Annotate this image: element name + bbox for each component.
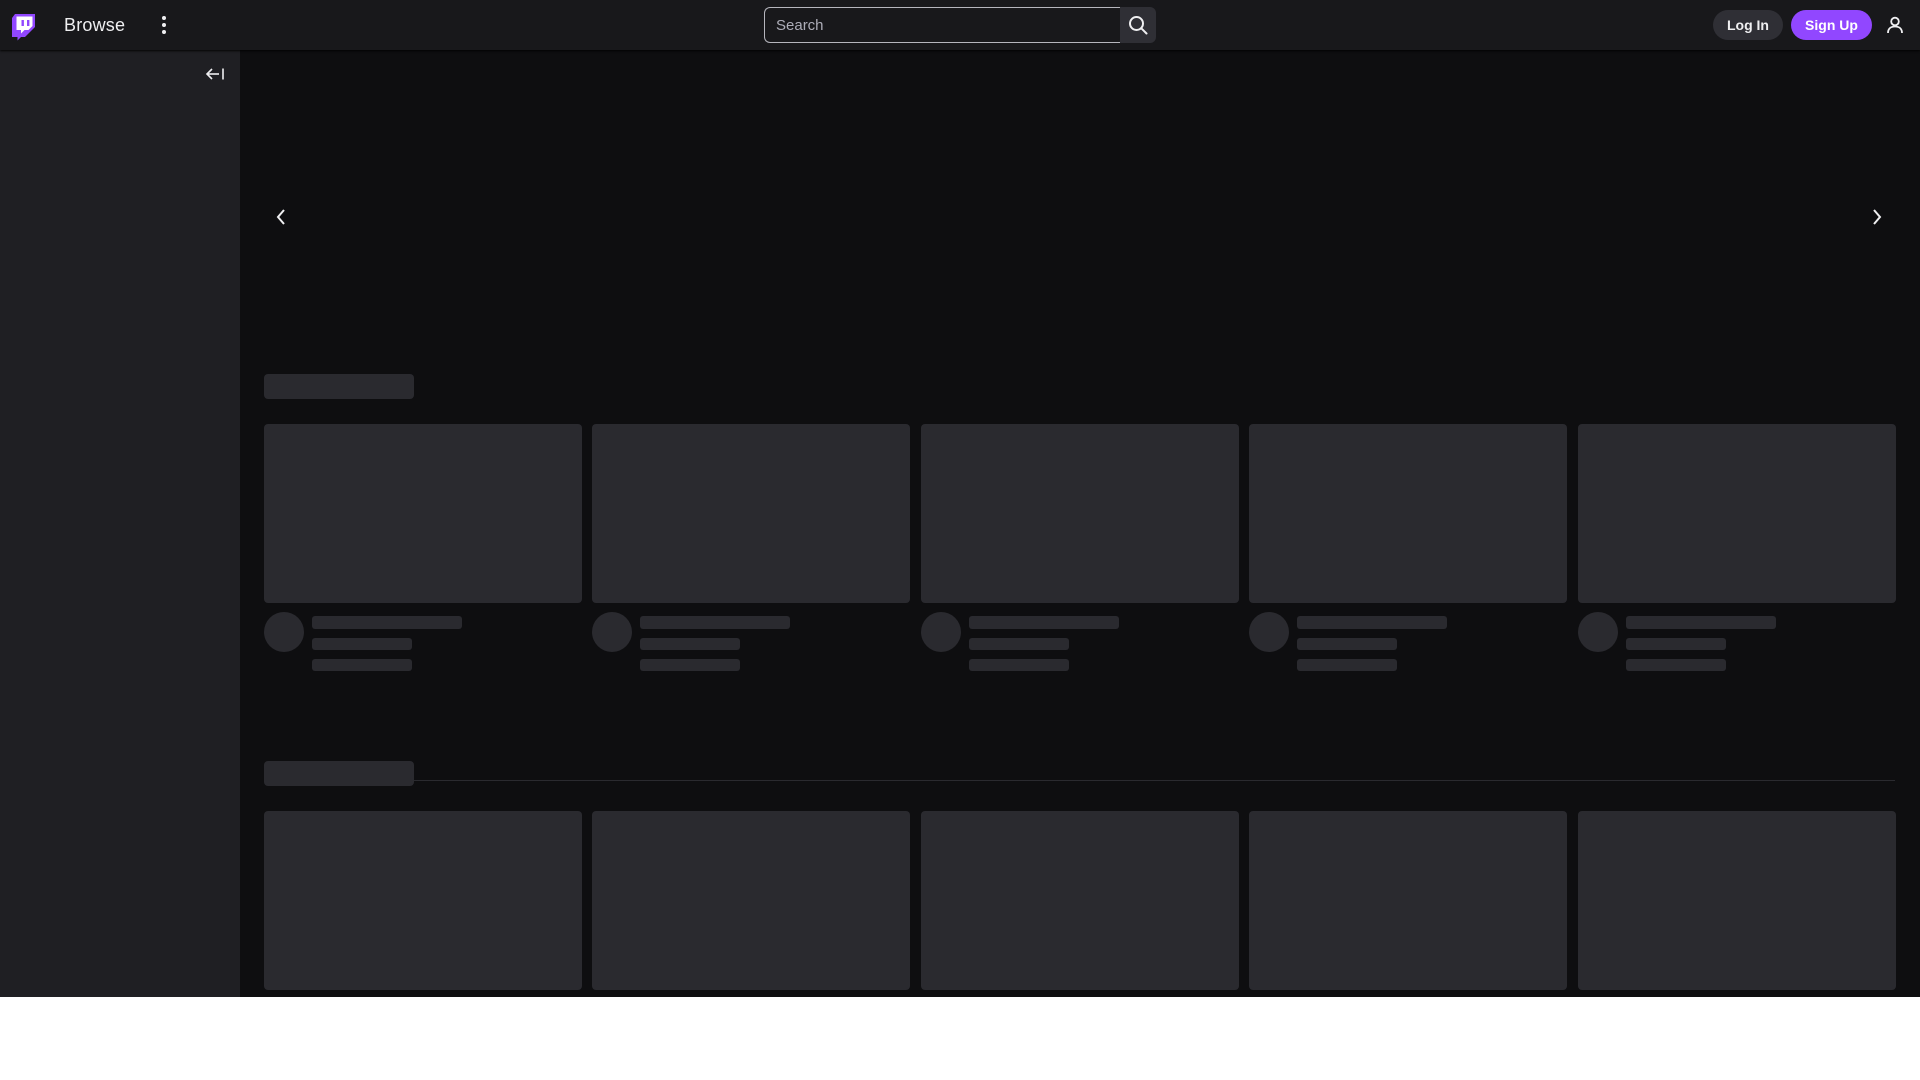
channel-avatar-placeholder bbox=[921, 612, 961, 652]
stream-title-placeholder bbox=[1297, 616, 1447, 629]
top-nav: Browse Log In Sign Up bbox=[0, 0, 1920, 50]
channel-name-placeholder bbox=[969, 638, 1069, 650]
channel-name-placeholder bbox=[640, 638, 740, 650]
stream-card-thumbnail-placeholder[interactable] bbox=[592, 424, 910, 603]
dot bbox=[162, 16, 166, 20]
category-name-placeholder bbox=[312, 659, 412, 671]
stream-title-placeholder bbox=[640, 616, 790, 629]
stream-title-placeholder bbox=[1626, 616, 1776, 629]
dot bbox=[162, 30, 166, 34]
stream-card-thumbnail-placeholder[interactable] bbox=[1578, 424, 1896, 603]
stream-card-thumbnail-placeholder[interactable] bbox=[592, 811, 910, 990]
stream-card-thumbnail-placeholder[interactable] bbox=[921, 424, 1239, 603]
chevron-right-icon bbox=[1873, 209, 1882, 225]
collapse-left-arrow-icon bbox=[205, 68, 224, 80]
category-name-placeholder bbox=[1297, 659, 1397, 671]
channel-avatar-placeholder bbox=[1249, 612, 1289, 652]
stream-card-thumbnail-placeholder[interactable] bbox=[264, 424, 582, 603]
channel-name-placeholder bbox=[312, 638, 412, 650]
section-divider bbox=[264, 780, 1895, 781]
category-name-placeholder bbox=[969, 659, 1069, 671]
stream-title-placeholder bbox=[312, 616, 462, 629]
search-icon bbox=[1129, 16, 1148, 35]
search-bar bbox=[764, 7, 1156, 43]
search-button[interactable] bbox=[1120, 7, 1156, 43]
channel-avatar-placeholder bbox=[264, 612, 304, 652]
user-menu-button[interactable] bbox=[1883, 13, 1907, 37]
channel-name-placeholder bbox=[1297, 638, 1397, 650]
stream-card-thumbnail-placeholder[interactable] bbox=[921, 811, 1239, 990]
browse-link[interactable]: Browse bbox=[64, 13, 125, 37]
chevron-left-icon bbox=[276, 209, 285, 225]
channel-avatar-placeholder bbox=[592, 612, 632, 652]
more-options-icon[interactable] bbox=[154, 13, 174, 37]
category-name-placeholder bbox=[640, 659, 740, 671]
user-icon bbox=[1887, 16, 1903, 34]
carousel-next-button[interactable] bbox=[1867, 205, 1887, 229]
section-heading-placeholder bbox=[264, 761, 414, 786]
log-in-button[interactable]: Log In bbox=[1713, 10, 1783, 40]
main-content bbox=[240, 50, 1920, 997]
app-window: Browse Log In Sign Up bbox=[0, 0, 1920, 997]
stream-card-thumbnail-placeholder[interactable] bbox=[1249, 424, 1567, 603]
stream-card-thumbnail-placeholder[interactable] bbox=[264, 811, 582, 990]
channel-avatar-placeholder bbox=[1578, 612, 1618, 652]
section-heading-placeholder bbox=[264, 374, 414, 399]
twitch-logo-icon[interactable] bbox=[11, 13, 37, 41]
side-nav bbox=[0, 50, 240, 997]
stream-title-placeholder bbox=[969, 616, 1119, 629]
search-input[interactable] bbox=[764, 7, 1120, 43]
dot bbox=[162, 23, 166, 27]
sign-up-button[interactable]: Sign Up bbox=[1791, 10, 1872, 40]
category-name-placeholder bbox=[1626, 659, 1726, 671]
channel-name-placeholder bbox=[1626, 638, 1726, 650]
stream-card-thumbnail-placeholder[interactable] bbox=[1578, 811, 1896, 990]
stream-card-thumbnail-placeholder[interactable] bbox=[1249, 811, 1567, 990]
collapse-sidebar-button[interactable] bbox=[204, 66, 226, 82]
carousel-previous-button[interactable] bbox=[271, 205, 291, 229]
